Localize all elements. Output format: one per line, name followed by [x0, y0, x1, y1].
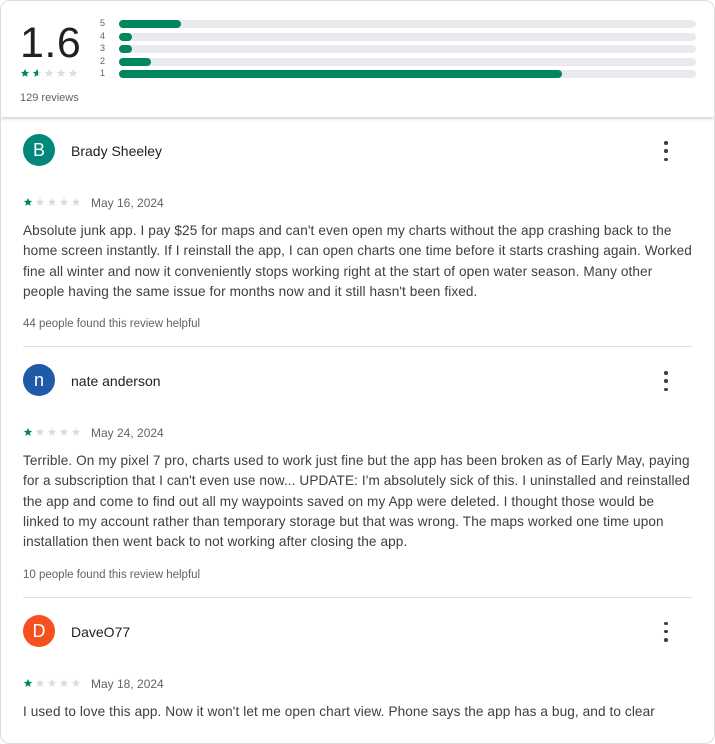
rating-bar-track — [119, 32, 696, 41]
star-icon — [44, 68, 54, 78]
review-card: D DaveO77 May 18, 2024 I used to love th… — [23, 598, 692, 722]
review-list: B Brady Sheeley May 16, 2024 Absolute ju… — [1, 117, 714, 722]
review-rating-stars — [23, 197, 81, 207]
more-vert-icon[interactable] — [658, 621, 674, 642]
more-vert-icon[interactable] — [658, 141, 674, 161]
rating-bar-row: 2 — [100, 56, 697, 69]
reviews-panel: 1.6 129 reviews 5 4 3 2 1 B Brady Sheele… — [0, 0, 715, 744]
review-rating-stars — [23, 427, 81, 437]
rating-bar-track — [119, 57, 696, 66]
star-icon — [56, 68, 66, 78]
star-icon — [59, 197, 69, 207]
rating-bar-fill — [119, 57, 151, 66]
avatar: D — [23, 614, 55, 647]
review-date: May 18, 2024 — [91, 676, 164, 691]
review-meta: May 16, 2024 — [23, 187, 692, 221]
author-name: nate anderson — [71, 373, 161, 390]
review-count: 129 reviews — [20, 92, 79, 104]
review-meta: May 18, 2024 — [23, 668, 692, 702]
avatar: B — [23, 134, 55, 166]
star-icon — [35, 427, 45, 437]
review-meta: May 24, 2024 — [23, 417, 692, 451]
review-text: I used to love this app. Now it won't le… — [23, 703, 655, 719]
star-icon — [71, 427, 81, 437]
review-header: B Brady Sheeley — [23, 117, 692, 187]
star-icon — [59, 427, 69, 437]
author-name: Brady Sheeley — [71, 143, 163, 159]
rating-bar-label: 4 — [100, 30, 106, 41]
review-text: Absolute junk app. I pay $25 for maps an… — [23, 223, 692, 299]
star-icon — [23, 427, 33, 437]
star-icon — [68, 68, 78, 78]
rating-distribution: 5 4 3 2 1 — [100, 18, 697, 81]
rating-bar-fill — [119, 20, 181, 28]
star-icon — [23, 197, 33, 207]
review-text: Terrible. On my pixel 7 pro, charts used… — [23, 453, 690, 550]
helpful-count: 44 people found this review helpful — [23, 318, 201, 331]
review-date: May 16, 2024 — [91, 196, 164, 210]
rating-bar-label: 1 — [100, 68, 106, 79]
review-date: May 24, 2024 — [91, 426, 164, 441]
average-rating-stars — [20, 68, 78, 78]
rating-bar-label: 2 — [100, 55, 106, 66]
rating-bar-track — [119, 45, 696, 54]
rating-bar-fill — [119, 70, 562, 79]
star-icon — [20, 68, 30, 78]
rating-bar-row: 1 — [100, 68, 697, 81]
star-icon — [35, 197, 45, 207]
helpful-count: 10 people found this review helpful — [23, 568, 201, 581]
star-icon — [35, 678, 45, 688]
star-icon — [59, 678, 69, 688]
author-name: DaveO77 — [71, 623, 131, 640]
star-icon — [71, 678, 81, 688]
star-icon — [32, 68, 42, 78]
average-rating: 1.6 — [20, 19, 82, 67]
avatar: n — [23, 364, 55, 397]
review-card: B Brady Sheeley May 16, 2024 Absolute ju… — [23, 117, 692, 348]
rating-bar-label: 5 — [100, 18, 106, 28]
star-icon — [47, 427, 57, 437]
review-card: n nate anderson May 24, 2024 Terrible. O… — [23, 347, 692, 598]
rating-bar-label: 3 — [100, 43, 106, 54]
rating-summary: 1.6 129 reviews 5 4 3 2 1 — [1, 1, 714, 117]
rating-bar-row: 4 — [100, 31, 697, 44]
star-icon — [23, 678, 33, 688]
rating-bar-fill — [119, 45, 133, 54]
more-vert-icon[interactable] — [658, 371, 674, 392]
star-icon — [71, 197, 81, 207]
rating-bar-fill — [119, 32, 133, 41]
review-rating-stars — [23, 678, 81, 688]
review-header: D DaveO77 — [23, 598, 692, 668]
rating-bar-track — [119, 20, 696, 28]
star-icon — [47, 678, 57, 688]
rating-bar-row: 3 — [100, 43, 697, 56]
rating-bar-track — [119, 70, 696, 79]
review-header: n nate anderson — [23, 347, 692, 417]
star-icon — [47, 197, 57, 207]
rating-bar-row: 5 — [100, 18, 697, 31]
